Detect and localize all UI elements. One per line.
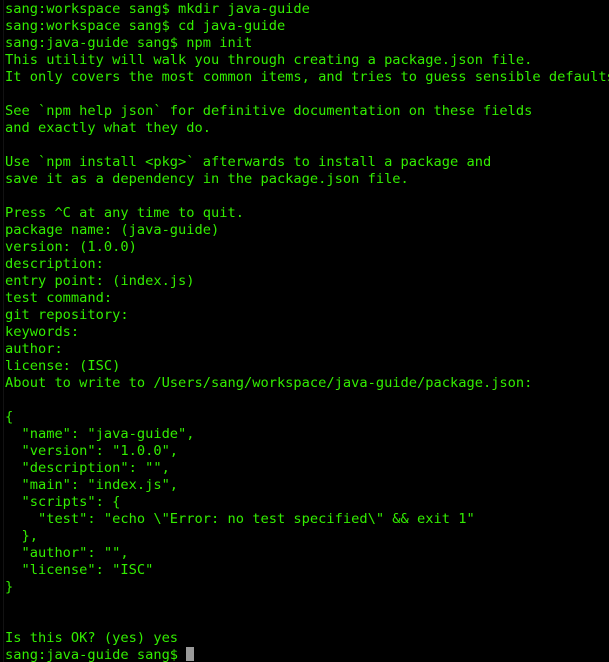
terminal-line-l33: "author": "",: [0, 545, 609, 562]
terminal-line-l19: git repository:: [0, 307, 609, 324]
terminal-line-l23: About to write to /Users/sang/workspace/…: [0, 375, 609, 392]
terminal-line-text: "scripts": {: [5, 494, 121, 510]
terminal-line-l32: },: [0, 528, 609, 545]
terminal-line-l04: This utility will walk you through creat…: [0, 52, 609, 69]
terminal-line-text: "author": "",: [5, 545, 129, 561]
terminal-line-l39: sang:java-guide sang$: [0, 647, 609, 662]
terminal-line-l03: sang:java-guide sang$ npm init: [0, 35, 609, 52]
terminal-line-text: This utility will walk you through creat…: [5, 52, 533, 68]
terminal-line-l31: "test": "echo \"Error: no test specified…: [0, 511, 609, 528]
terminal-window[interactable]: sang:workspace sang$ mkdir java-guidesan…: [0, 0, 609, 662]
terminal-line-text: keywords:: [5, 324, 80, 340]
terminal-line-text: "name": "java-guide",: [5, 426, 195, 442]
terminal-line-l05: It only covers the most common items, an…: [0, 69, 609, 86]
terminal-line-text: Use `npm install <pkg>` afterwards to in…: [5, 154, 492, 170]
terminal-line-l15: version: (1.0.0): [0, 239, 609, 256]
terminal-line-text: license: (ISC): [5, 358, 121, 374]
terminal-line-l35: }: [0, 579, 609, 596]
terminal-line-l30: "scripts": {: [0, 494, 609, 511]
terminal-line-text: Press ^C at any time to quit.: [5, 205, 244, 221]
terminal-line-text: About to write to /Users/sang/workspace/…: [5, 375, 533, 391]
terminal-line-text: git repository:: [5, 307, 129, 323]
terminal-line-l18: test command:: [0, 290, 609, 307]
terminal-line-l27: "version": "1.0.0",: [0, 443, 609, 460]
terminal-line-l08: and exactly what they do.: [0, 120, 609, 137]
terminal-line-text: test command:: [5, 290, 113, 306]
terminal-line-text: and exactly what they do.: [5, 120, 212, 136]
terminal-line-l25: {: [0, 409, 609, 426]
block-cursor-icon: [186, 647, 195, 661]
terminal-line-text: {: [5, 409, 14, 425]
terminal-line-text: },: [5, 528, 38, 544]
terminal-line-l01: sang:workspace sang$ mkdir java-guide: [0, 1, 609, 18]
terminal-line-l10: Use `npm install <pkg>` afterwards to in…: [0, 154, 609, 171]
terminal-line-text: }: [5, 579, 14, 595]
terminal-line-l07: See `npm help json` for definitive docum…: [0, 103, 609, 120]
terminal-line-l24: [0, 392, 609, 409]
terminal-line-text: sang:workspace sang$ cd java-guide: [5, 18, 286, 34]
terminal-line-text: author:: [5, 341, 63, 357]
terminal-line-l16: description:: [0, 256, 609, 273]
terminal-line-l11: save it as a dependency in the package.j…: [0, 171, 609, 188]
terminal-line-l20: keywords:: [0, 324, 609, 341]
terminal-line-text: See `npm help json` for definitive docum…: [5, 103, 533, 119]
terminal-line-l34: "license": "ISC": [0, 562, 609, 579]
terminal-line-text: save it as a dependency in the package.j…: [5, 171, 409, 187]
terminal-line-text: sang:java-guide sang$ npm init: [5, 35, 253, 51]
terminal-line-l12: [0, 188, 609, 205]
terminal-line-l26: "name": "java-guide",: [0, 426, 609, 443]
terminal-line-text: entry point: (index.js): [5, 273, 195, 289]
terminal-line-text: "license": "ISC": [5, 562, 154, 578]
terminal-line-l14: package name: (java-guide): [0, 222, 609, 239]
terminal-line-text: It only covers the most common items, an…: [5, 69, 609, 85]
terminal-line-text: version: (1.0.0): [5, 239, 137, 255]
terminal-line-l38: Is this OK? (yes) yes: [0, 630, 609, 647]
terminal-line-l21: author:: [0, 341, 609, 358]
terminal-line-l06: [0, 86, 609, 103]
terminal-line-l09: [0, 137, 609, 154]
terminal-line-text: "main": "index.js",: [5, 477, 179, 493]
terminal-line-l37: [0, 613, 609, 630]
terminal-line-l02: sang:workspace sang$ cd java-guide: [0, 18, 609, 35]
terminal-line-text: description:: [5, 256, 104, 272]
terminal-line-l36: [0, 596, 609, 613]
terminal-line-text: Is this OK? (yes) yes: [5, 630, 179, 646]
terminal-screen[interactable]: sang:workspace sang$ mkdir java-guidesan…: [0, 0, 609, 662]
terminal-line-text: sang:java-guide sang$: [5, 647, 187, 662]
terminal-line-text: "test": "echo \"Error: no test specified…: [5, 511, 475, 527]
terminal-line-text: package name: (java-guide): [5, 222, 220, 238]
terminal-line-text: "description": "",: [5, 460, 170, 476]
terminal-line-text: sang:workspace sang$ mkdir java-guide: [5, 1, 310, 17]
terminal-line-l29: "main": "index.js",: [0, 477, 609, 494]
terminal-line-l28: "description": "",: [0, 460, 609, 477]
terminal-line-text: "version": "1.0.0",: [5, 443, 179, 459]
terminal-line-l22: license: (ISC): [0, 358, 609, 375]
terminal-line-l13: Press ^C at any time to quit.: [0, 205, 609, 222]
terminal-line-l17: entry point: (index.js): [0, 273, 609, 290]
